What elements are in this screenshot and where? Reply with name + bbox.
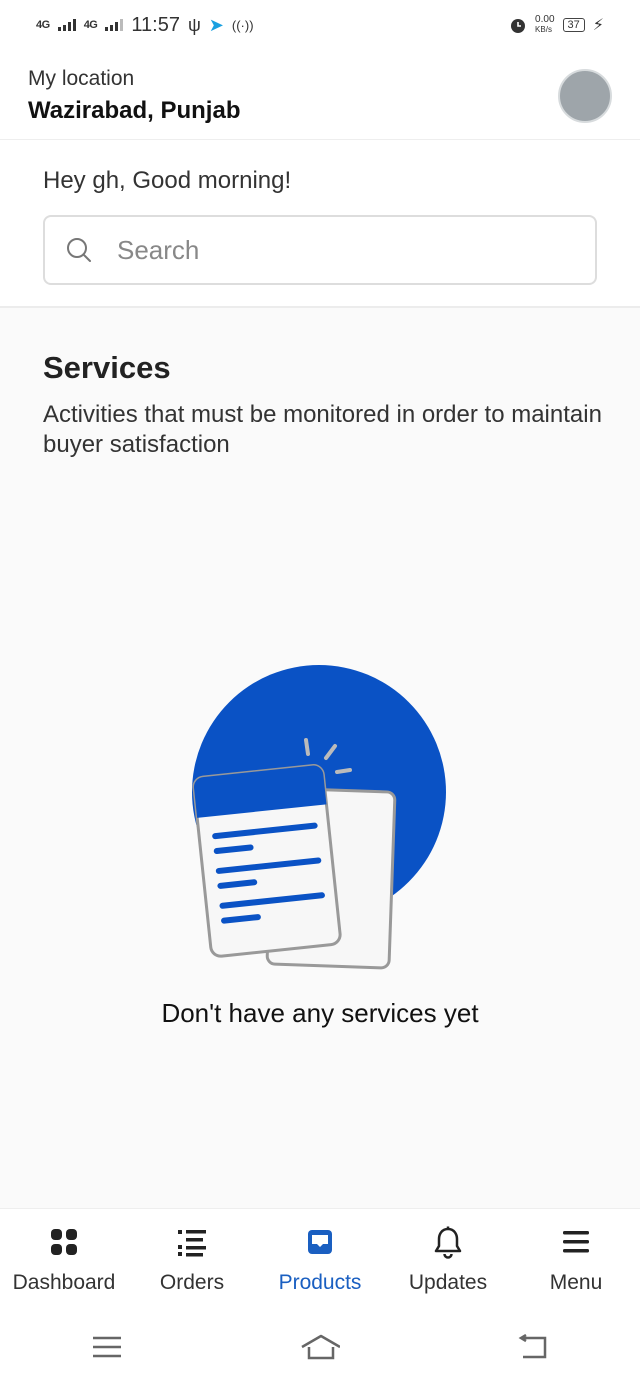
nav-item-dashboard[interactable]: Dashboard <box>0 1209 128 1308</box>
services-title: Services <box>43 350 171 385</box>
location-value[interactable]: Wazirabad, Punjab <box>28 97 240 125</box>
net-speed-value: 0.00 <box>535 14 555 25</box>
nav-item-menu[interactable]: Menu <box>512 1209 640 1308</box>
carrier-icon: ➤ <box>208 14 224 35</box>
status-bar: 4G 4G 11:57 ψ ➤ ((·)) 0.00 KB/s 37 ⚡ <box>0 0 640 50</box>
location-label: My location <box>28 67 135 90</box>
recent-apps-icon <box>92 1336 121 1358</box>
empty-state-text: Don't have any services yet <box>161 998 479 1028</box>
empty-documents-illustration <box>192 665 446 970</box>
network-1-indicator: 4G <box>36 19 50 31</box>
nav-item-products[interactable]: Products <box>256 1209 384 1308</box>
battery-level: 37 <box>562 18 585 32</box>
nav-label-products: Products <box>278 1271 362 1294</box>
alarm-icon <box>511 19 526 33</box>
nav-item-updates[interactable]: Updates <box>384 1209 512 1308</box>
bottom-nav: Dashboard Orders Products Updates Menu <box>0 1208 640 1308</box>
nav-label-menu: Menu <box>549 1271 603 1294</box>
clock: 11:57 <box>131 13 180 36</box>
nav-item-orders[interactable]: Orders <box>128 1209 256 1308</box>
nav-label-orders: Orders <box>159 1271 225 1294</box>
net-speed-unit: KB/s <box>535 25 552 34</box>
bell-icon <box>434 1226 462 1259</box>
signal-icon <box>105 19 124 31</box>
search-input[interactable] <box>117 234 537 266</box>
dashboard-icon <box>51 1229 77 1255</box>
back-button[interactable] <box>513 1330 553 1364</box>
menu-icon <box>563 1231 589 1253</box>
recent-apps-button[interactable] <box>87 1330 127 1364</box>
nav-label-updates: Updates <box>408 1271 488 1294</box>
home-icon <box>301 1334 340 1360</box>
back-icon <box>518 1334 547 1359</box>
home-button[interactable] <box>300 1330 340 1364</box>
signal-icon <box>57 19 76 31</box>
system-nav-bar <box>0 1308 640 1386</box>
usb-icon: ψ <box>187 14 201 35</box>
nav-label-dashboard: Dashboard <box>12 1271 116 1294</box>
charging-icon: ⚡ <box>592 17 604 34</box>
search-icon <box>67 238 91 262</box>
greeting-section: Hey gh, Good morning! <box>0 140 640 308</box>
avatar[interactable] <box>558 69 612 123</box>
hotspot-icon: ((·)) <box>231 17 254 33</box>
search-box[interactable] <box>43 215 597 285</box>
services-description: Activities that must be monitored in ord… <box>43 401 602 458</box>
greeting-text: Hey gh, Good morning! <box>43 167 292 194</box>
orders-icon <box>178 1230 206 1257</box>
network-2-indicator: 4G <box>83 19 98 31</box>
location-header: My location Wazirabad, Punjab <box>0 50 640 140</box>
products-icon <box>308 1230 332 1254</box>
